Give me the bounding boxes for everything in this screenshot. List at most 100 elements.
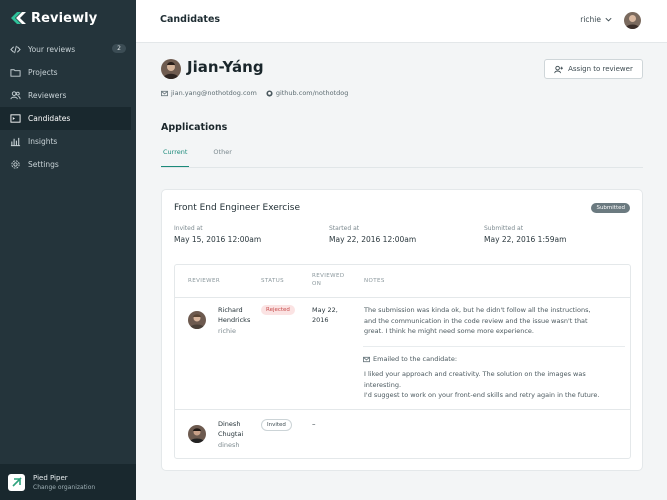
bar-chart-icon [9, 136, 21, 148]
tabs-divider [161, 167, 643, 168]
candidate-contacts: jian.yang@nothotdog.com github.com/notho… [161, 89, 357, 97]
sidebar-item-settings[interactable]: Settings [0, 153, 136, 176]
reviewed-on-date: May 22, 2016 [312, 305, 338, 325]
started-at: Started at May 22, 2016 12:00am [329, 225, 416, 244]
reviewer-name[interactable]: Richard Hendricks [218, 305, 250, 325]
column-header-status: STATUS [261, 278, 285, 284]
review-note-line: and the communication in the code review… [364, 316, 588, 325]
chevron-down-icon [605, 17, 612, 22]
emailed-message-line: I'd suggest to work on your front-end sk… [364, 391, 600, 399]
candidate-email: jian.yang@nothotdog.com [171, 89, 257, 97]
sidebar-item-label: Settings [28, 160, 59, 169]
applications-tabs: Current Other [161, 148, 256, 167]
candidate-github: github.com/nothotdog [275, 89, 349, 97]
org-name: Pied Piper [33, 473, 68, 482]
emailed-label: Emailed to the candidate: [363, 355, 457, 363]
column-header-reviewed-on: REVIEWED ON [312, 272, 345, 288]
change-organization-link[interactable]: Change organization [33, 483, 95, 492]
invited-at-value: May 15, 2016 12:00am [174, 235, 262, 244]
folder-icon [9, 67, 21, 79]
exercise-title: Front End Engineer Exercise [174, 203, 300, 213]
reviewed-on-line2: 2016 [312, 316, 329, 324]
main-content: Jian-Yáng Assign to reviewer jian.yang@n… [136, 43, 667, 500]
emailed-message: I liked your approach and creativity. Th… [364, 369, 626, 401]
column-header-reviewer: REVIEWER [188, 278, 221, 284]
mail-icon [161, 90, 168, 96]
add-user-icon [554, 65, 564, 73]
reviewly-logo-icon [11, 12, 26, 24]
emailed-message-line: interesting. [364, 380, 402, 389]
sidebar-item-your-reviews[interactable]: Your reviews 2 [0, 38, 136, 61]
reviewer-first-name: Richard [218, 306, 243, 314]
user-menu[interactable]: richie [580, 15, 613, 24]
sidebar-item-insights[interactable]: Insights [0, 130, 136, 153]
github-contact[interactable]: github.com/nothotdog [266, 89, 349, 97]
sidebar-item-candidates[interactable]: Candidates [0, 107, 131, 130]
assign-to-reviewer-button[interactable]: Assign to reviewer [544, 59, 643, 79]
note-divider [363, 346, 625, 347]
reviews-table: REVIEWER STATUS REVIEWED ON NOTES Richar… [174, 264, 631, 459]
sidebar-item-label: Insights [28, 137, 58, 146]
review-note-line: great. I think he might need some more e… [364, 327, 534, 335]
sidebar-item-projects[interactable]: Projects [0, 61, 136, 84]
submitted-at-label: Submitted at [484, 225, 524, 232]
column-header-reviewed-line1: REVIEWED [312, 273, 345, 279]
table-header-divider [175, 297, 630, 298]
review-note: The submission was kinda ok, but he didn… [364, 305, 626, 337]
sidebar-item-label: Projects [28, 68, 58, 77]
reviewer-handle: richie [218, 327, 236, 335]
reviewer-first-name: Dinesh [218, 420, 241, 428]
started-at-value: May 22, 2016 12:00am [329, 235, 417, 244]
emailed-message-line: I liked your approach and creativity. Th… [364, 370, 586, 378]
status-badge: Submitted [591, 203, 630, 213]
pied-piper-logo-icon [8, 473, 25, 491]
reviewed-on-line1: May 22, [312, 306, 338, 314]
reviewer-last-name: Hendricks [218, 316, 251, 324]
applications-heading: Applications [161, 122, 228, 133]
candidate-name: Jian-Yáng [187, 58, 264, 76]
emailed-label-text: Emailed to the candidate: [373, 355, 458, 363]
reviewer-avatar [188, 425, 206, 443]
submitted-at: Submitted at May 22, 2016 1:59am [484, 225, 566, 244]
reviewer-last-name: Chugtai [218, 430, 244, 438]
reviewer-avatar [188, 311, 206, 329]
review-note-line: The submission was kinda ok, but he didn… [364, 306, 591, 314]
sidebar-item-label: Reviewers [28, 91, 67, 100]
terminal-icon [9, 113, 21, 125]
review-count-badge: 2 [112, 44, 126, 53]
email-contact[interactable]: jian.yang@nothotdog.com [161, 89, 257, 97]
users-icon [9, 90, 21, 102]
organization-switcher[interactable]: Pied Piper Change organization [0, 464, 136, 500]
brand[interactable]: Reviewly [9, 10, 97, 26]
submitted-at-value: May 22, 2016 1:59am [484, 235, 567, 244]
review-status-badge: Rejected [261, 305, 295, 315]
mail-icon [363, 356, 370, 362]
sidebar: Reviewly Your reviews 2 Projects Reviewe… [0, 0, 136, 500]
username: richie [580, 15, 601, 24]
gear-icon [9, 159, 21, 171]
candidate-avatar [161, 59, 181, 79]
reviewer-handle: dinesh [218, 441, 240, 449]
invited-at-label: Invited at [174, 225, 203, 232]
reviewer-name[interactable]: Dinesh Chugtai [218, 419, 243, 439]
table-row-divider [175, 409, 630, 410]
tab-current[interactable]: Current [161, 148, 190, 167]
avatar[interactable] [624, 12, 641, 29]
exercise-card: Front End Engineer Exercise Submitted In… [161, 189, 643, 471]
review-status-badge: Invited [261, 419, 292, 431]
assign-label: Assign to reviewer [568, 65, 633, 73]
code-icon [9, 44, 21, 56]
sidebar-item-label: Your reviews [28, 45, 76, 54]
github-icon [266, 89, 273, 97]
page-title: Candidates [160, 14, 221, 25]
brand-name: Reviewly [31, 10, 98, 26]
top-bar: Candidates richie [136, 0, 667, 43]
tab-other[interactable]: Other [211, 148, 233, 167]
started-at-label: Started at [329, 225, 360, 232]
reviewed-on-date: – [312, 420, 316, 428]
sidebar-item-reviewers[interactable]: Reviewers [0, 84, 136, 107]
sidebar-item-label: Candidates [28, 114, 71, 123]
invited-at: Invited at May 15, 2016 12:00am [174, 225, 261, 244]
column-header-notes: NOTES [364, 278, 385, 284]
sidebar-nav: Your reviews 2 Projects Reviewers Candid… [0, 38, 136, 176]
